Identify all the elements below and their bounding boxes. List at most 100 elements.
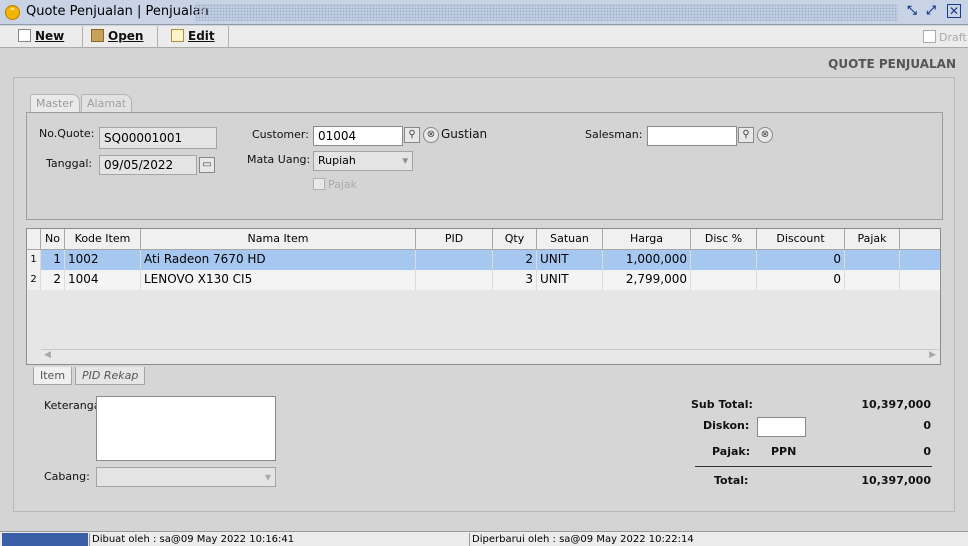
cell-disc-percent[interactable] xyxy=(691,250,757,270)
status-indicator xyxy=(2,533,88,546)
pajak-type: PPN xyxy=(771,445,797,458)
pajak-checkbox[interactable]: Pajak xyxy=(313,178,357,191)
cell-nama-item[interactable]: LENOVO X130 CI5 xyxy=(141,270,416,290)
customer-code-field[interactable]: 01004 xyxy=(313,126,403,146)
dropdown-arrow-icon: ▾ xyxy=(402,154,408,167)
salesman-label: Salesman: xyxy=(585,128,643,141)
new-button[interactable]: New xyxy=(18,29,64,45)
draft-checkbox[interactable]: Draft xyxy=(923,30,967,44)
cell-satuan[interactable]: UNIT xyxy=(537,250,603,270)
cell-no[interactable]: 1 xyxy=(41,250,65,270)
total-label: Total: xyxy=(714,474,749,487)
row-number: 1 xyxy=(27,250,41,270)
grid-corner xyxy=(27,229,41,250)
customer-clear-icon[interactable]: ⊗ xyxy=(423,127,439,143)
pajak-checkbox-box xyxy=(313,178,325,190)
column-header-kode-item[interactable]: Kode Item xyxy=(65,229,141,250)
no-quote-label: No.Quote: xyxy=(39,127,95,140)
status-bar: Dibuat oleh : sa@09 May 2022 10:16:41 Di… xyxy=(0,531,968,546)
title-pattern xyxy=(195,4,898,21)
table-row[interactable]: 1 1 1002 Ati Radeon 7670 HD 2 UNIT 1,000… xyxy=(27,250,940,270)
scroll-left-icon[interactable]: ◀ xyxy=(44,350,51,360)
cell-discount[interactable]: 0 xyxy=(757,250,845,270)
mata-uang-label: Mata Uang: xyxy=(247,153,311,166)
master-panel: No.Quote: SQ00001001 Tanggal: 09/05/2022… xyxy=(26,112,943,220)
close-icon[interactable]: ✕ xyxy=(947,4,961,18)
cell-discount[interactable]: 0 xyxy=(757,270,845,290)
restore-icon[interactable]: ⤡ xyxy=(904,3,920,19)
window-title: Quote Penjualan | Penjualan xyxy=(26,4,209,19)
cell-harga[interactable]: 2,799,000 xyxy=(603,270,691,290)
column-header-qty[interactable]: Qty xyxy=(493,229,537,250)
column-header-pid[interactable]: PID xyxy=(416,229,493,250)
diskon-input[interactable] xyxy=(757,417,806,437)
cell-pid[interactable] xyxy=(416,270,493,290)
pajak-total-label: Pajak: xyxy=(712,445,751,458)
items-grid[interactable]: No Kode Item Nama Item PID Qty Satuan Ha… xyxy=(26,228,941,365)
edit-pencil-icon xyxy=(171,29,184,42)
cell-harga[interactable]: 1,000,000 xyxy=(603,250,691,270)
draft-checkbox-box xyxy=(923,30,936,43)
horizontal-scrollbar[interactable]: ◀ ▶ xyxy=(41,349,939,363)
pajak-total-value: 0 xyxy=(923,445,931,458)
toolbar: New Open Edit Draft xyxy=(0,26,968,48)
cell-kode-item[interactable]: 1004 xyxy=(65,270,141,290)
column-header-no[interactable]: No xyxy=(41,229,65,250)
column-header-harga[interactable]: Harga xyxy=(603,229,691,250)
updated-by: Diperbarui oleh : sa@09 May 2022 10:22:1… xyxy=(469,533,968,546)
app-icon: ⌃ xyxy=(5,5,20,20)
cell-satuan[interactable]: UNIT xyxy=(537,270,603,290)
new-document-icon xyxy=(18,29,31,42)
edit-button[interactable]: Edit xyxy=(171,29,215,45)
no-quote-field: SQ00001001 xyxy=(99,127,217,149)
cell-pajak[interactable] xyxy=(845,270,900,290)
salesman-search-icon[interactable]: ⚲ xyxy=(738,127,754,143)
column-header-nama-item[interactable]: Nama Item xyxy=(141,229,416,250)
column-header-discount[interactable]: Discount xyxy=(757,229,845,250)
maximize-icon[interactable]: ⤢ xyxy=(923,3,939,19)
open-folder-icon xyxy=(91,29,104,42)
diskon-label: Diskon: xyxy=(703,419,750,432)
cell-disc-percent[interactable] xyxy=(691,270,757,290)
table-row[interactable]: 2 2 1004 LENOVO X130 CI5 3 UNIT 2,799,00… xyxy=(27,270,940,290)
keterangan-textarea[interactable] xyxy=(96,396,276,461)
customer-label: Customer: xyxy=(252,128,309,141)
open-button[interactable]: Open xyxy=(91,29,143,45)
tab-item[interactable]: Item xyxy=(33,367,73,385)
column-header-satuan[interactable]: Satuan xyxy=(537,229,603,250)
created-by: Dibuat oleh : sa@09 May 2022 10:16:41 xyxy=(89,533,469,546)
salesman-field[interactable] xyxy=(647,126,737,146)
mata-uang-select[interactable]: Rupiah ▾ xyxy=(313,151,413,171)
tanggal-field[interactable]: 09/05/2022 xyxy=(99,155,197,175)
row-number: 2 xyxy=(27,270,41,290)
page-heading: QUOTE PENJUALAN xyxy=(828,57,956,71)
tab-pid-rekap[interactable]: PID Rekap xyxy=(75,367,146,385)
title-bar: ⌃ Quote Penjualan | Penjualan ⤡ ⤢ ✕ xyxy=(0,0,968,25)
tab-alamat[interactable]: Alamat xyxy=(81,94,133,112)
tanggal-label: Tanggal: xyxy=(46,157,93,170)
cabang-select[interactable]: ▾ xyxy=(96,467,276,487)
scroll-right-icon[interactable]: ▶ xyxy=(929,350,936,360)
cell-pajak[interactable] xyxy=(845,250,900,270)
cell-no[interactable]: 2 xyxy=(41,270,65,290)
cell-qty[interactable]: 2 xyxy=(493,250,537,270)
salesman-clear-icon[interactable]: ⊗ xyxy=(757,127,773,143)
sub-total-label: Sub Total: xyxy=(691,398,753,411)
total-value: 10,397,000 xyxy=(861,474,931,487)
totals-divider xyxy=(695,466,932,467)
column-header-disc-percent[interactable]: Disc % xyxy=(691,229,757,250)
cell-qty[interactable]: 3 xyxy=(493,270,537,290)
column-header-filler xyxy=(900,229,940,250)
dropdown-arrow-icon: ▾ xyxy=(264,470,271,484)
cell-nama-item[interactable]: Ati Radeon 7670 HD xyxy=(141,250,416,270)
cell-pid[interactable] xyxy=(416,250,493,270)
diskon-value: 0 xyxy=(923,419,931,432)
calendar-icon[interactable]: ▭ xyxy=(199,157,215,173)
customer-search-icon[interactable]: ⚲ xyxy=(404,127,420,143)
sub-total-value: 10,397,000 xyxy=(861,398,931,411)
customer-name: Gustian xyxy=(441,127,488,141)
column-header-pajak[interactable]: Pajak xyxy=(845,229,900,250)
tab-master[interactable]: Master xyxy=(30,94,80,112)
cabang-label: Cabang: xyxy=(44,470,90,483)
cell-kode-item[interactable]: 1002 xyxy=(65,250,141,270)
